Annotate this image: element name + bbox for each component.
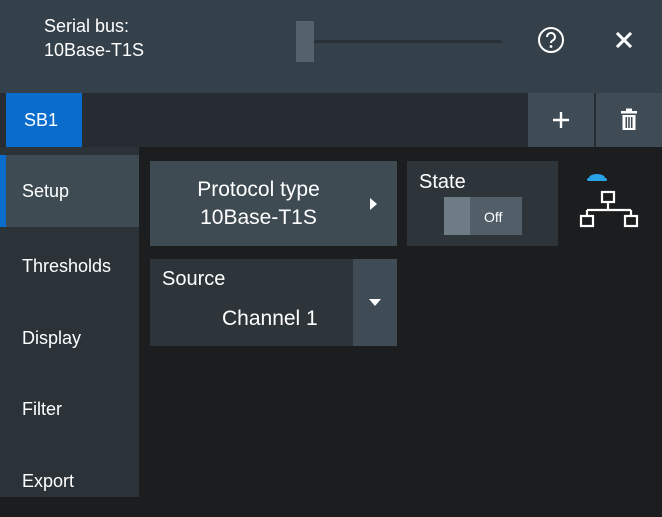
source-select[interactable]: Source Channel 1 [150,259,397,346]
help-circle-icon [538,27,564,53]
sidebar-item-setup[interactable]: Setup [0,155,139,227]
state-label: State [419,171,466,193]
chevron-right-icon [370,198,377,210]
tab-sb1-label: SB1 [24,109,59,130]
tab-sb1[interactable]: SB1 [6,93,82,147]
source-dropdown-button[interactable] [353,259,397,346]
transparency-slider-thumb[interactable] [296,21,314,62]
sidebar-item-label: Thresholds [22,255,112,276]
sidebar-item-thresholds[interactable]: Thresholds [6,230,139,302]
state-toggle-text: Off [484,209,503,225]
sidebar-item-label: Display [22,327,82,348]
transparency-slider-track[interactable] [296,40,502,43]
title-line-2: 10Base-T1S [44,40,145,60]
trash-icon [621,108,637,130]
sidebar-item-label: Export [22,470,75,491]
sidebar-item-filter[interactable]: Filter [6,373,139,445]
delete-bus-button[interactable] [596,93,662,147]
sidebar-item-label: Setup [22,180,70,201]
help-button[interactable] [533,22,569,58]
add-bus-button[interactable] [528,93,594,147]
toggle-knob [444,197,470,235]
protocol-type-label: Protocol type [197,177,320,201]
dialog-title: Serial bus: 10Base-T1S [44,14,144,62]
protocol-type-button[interactable]: Protocol type 10Base-T1S [150,161,397,246]
protocol-type-value: 10Base-T1S [200,205,317,229]
title-line-1: Serial bus: [44,16,130,36]
sidebar-item-display[interactable]: Display [6,302,139,374]
dialog-header: Serial bus: 10Base-T1S [0,0,662,93]
source-label: Source [162,268,226,290]
sidebar-item-export[interactable]: Export [6,445,139,517]
sidebar-item-label: Filter [22,398,62,419]
source-value: Channel 1 [222,307,318,330]
plus-icon [553,112,569,128]
close-button[interactable] [606,22,642,58]
link-indicator-icon [589,174,605,178]
close-icon [615,31,633,49]
network-topology-icon[interactable] [575,170,645,240]
chevron-down-icon [369,299,381,306]
state-toggle[interactable]: Off [444,197,522,235]
